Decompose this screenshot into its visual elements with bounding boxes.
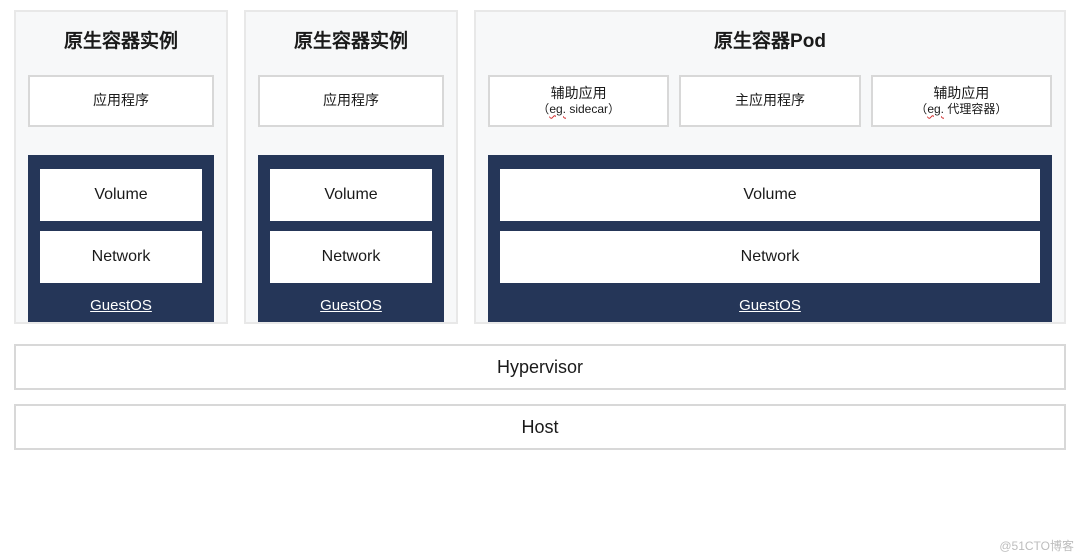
volume-label: Volume xyxy=(324,186,377,204)
app-label: 辅助应用 xyxy=(551,85,607,103)
host-label: Host xyxy=(521,417,558,438)
sidecar-app-box: 辅助应用 （eg. sidecar） xyxy=(488,75,669,127)
hypervisor-box: Hypervisor xyxy=(14,344,1066,390)
native-container-pod: 原生容器Pod 辅助应用 （eg. sidecar） 主应用程序 辅助应用 （e… xyxy=(474,10,1066,324)
containers-row: 原生容器实例 应用程序 Volume Network GuestOS 原生容器实… xyxy=(14,10,1066,324)
host-box: Host xyxy=(14,404,1066,450)
container-title: 原生容器实例 xyxy=(28,26,214,53)
app-row: 应用程序 xyxy=(258,75,444,127)
app-row: 辅助应用 （eg. sidecar） 主应用程序 辅助应用 （eg. 代理容器） xyxy=(488,75,1052,127)
network-label: Network xyxy=(92,248,151,266)
app-sublabel: （eg. sidecar） xyxy=(537,102,620,117)
volume-label: Volume xyxy=(94,186,147,204)
network-box: Network xyxy=(500,231,1040,283)
native-container-instance-2: 原生容器实例 应用程序 Volume Network GuestOS xyxy=(244,10,458,324)
app-row: 应用程序 xyxy=(28,75,214,127)
network-label: Network xyxy=(322,248,381,266)
guestos-label: GuestOS xyxy=(500,293,1040,318)
guestos-block: Volume Network GuestOS xyxy=(28,155,214,322)
watermark: @51CTO博客 xyxy=(999,537,1074,554)
network-label: Network xyxy=(741,248,800,266)
main-app-box: 主应用程序 xyxy=(679,75,860,127)
native-container-instance-1: 原生容器实例 应用程序 Volume Network GuestOS xyxy=(14,10,228,324)
volume-box: Volume xyxy=(270,169,432,221)
app-label: 主应用程序 xyxy=(735,92,805,110)
guestos-block: Volume Network GuestOS xyxy=(258,155,444,322)
network-box: Network xyxy=(270,231,432,283)
app-sublabel: （eg. 代理容器） xyxy=(915,102,1007,117)
guestos-label: GuestOS xyxy=(40,293,202,318)
volume-box: Volume xyxy=(40,169,202,221)
volume-box: Volume xyxy=(500,169,1040,221)
proxy-app-box: 辅助应用 （eg. 代理容器） xyxy=(871,75,1052,127)
app-label: 应用程序 xyxy=(323,92,379,110)
container-title: 原生容器Pod xyxy=(488,26,1052,53)
app-box: 应用程序 xyxy=(258,75,444,127)
network-box: Network xyxy=(40,231,202,283)
app-label: 辅助应用 xyxy=(933,85,989,103)
guestos-label: GuestOS xyxy=(270,293,432,318)
hypervisor-label: Hypervisor xyxy=(497,357,583,378)
guestos-block: Volume Network GuestOS xyxy=(488,155,1052,322)
container-title: 原生容器实例 xyxy=(258,26,444,53)
app-label: 应用程序 xyxy=(93,92,149,110)
app-box: 应用程序 xyxy=(28,75,214,127)
volume-label: Volume xyxy=(743,186,796,204)
